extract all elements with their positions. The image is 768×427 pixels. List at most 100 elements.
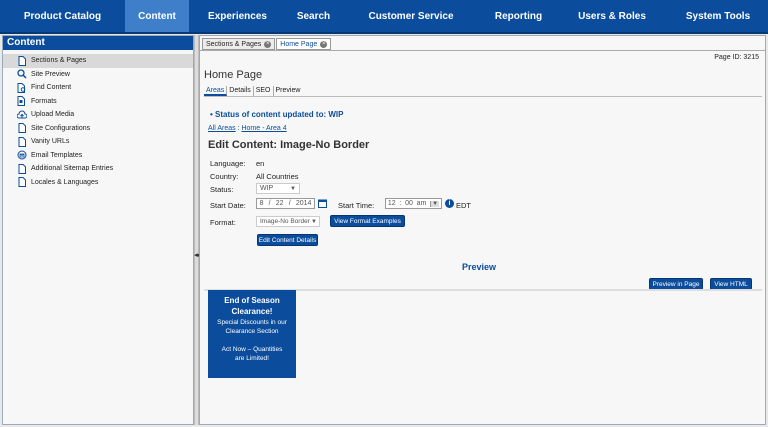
sidebar-title: Content: [3, 36, 193, 50]
sidebar-item-additional-sitemap[interactable]: Additional Sitemap Entries: [3, 162, 193, 176]
tab-label: Sections & Pages: [206, 40, 262, 48]
date-separator: /: [268, 200, 271, 207]
edit-content-title: Edit Content: Image-No Border: [208, 139, 370, 151]
sidebar-item-label: Formats: [31, 97, 57, 105]
upload-cloud-icon: [17, 110, 27, 120]
sidebar: Content Sections & Pages Site Preview Fi…: [2, 35, 194, 425]
chevron-down-icon[interactable]: ▼: [430, 200, 440, 207]
top-navigation: Product Catalog Content Experiences Sear…: [0, 0, 768, 34]
sidebar-item-label: Sections & Pages: [31, 57, 87, 65]
breadcrumb-home-area[interactable]: Home - Area 4: [241, 125, 286, 132]
start-time-minute[interactable]: 00: [405, 200, 413, 207]
chevron-down-icon: ▼: [311, 218, 317, 225]
subtab-seo[interactable]: SEO: [254, 86, 274, 96]
start-date-input[interactable]: 8 / 22 / 2014: [256, 198, 315, 209]
promo-cta-line1: Act Now – Quantities: [221, 346, 283, 353]
sidebar-item-locales-languages[interactable]: Locales & Languages: [3, 176, 193, 190]
start-time-input[interactable]: 12: 00 am ▼: [385, 198, 442, 209]
promo-heading-line1: End of Season: [224, 296, 280, 305]
page-id: Page ID: 3215: [714, 54, 759, 61]
sidebar-item-label: Find Content: [31, 84, 72, 92]
format-select-value: Image-No Border: [260, 218, 310, 225]
breadcrumb-all-areas[interactable]: All Areas: [208, 125, 236, 132]
language-label: Language:: [210, 159, 246, 168]
sidebar-item-site-configurations[interactable]: Site Configurations: [3, 122, 193, 136]
breadcrumb: All Areas : Home - Area 4: [208, 125, 287, 132]
info-icon[interactable]: i: [445, 199, 454, 208]
start-date-label: Start Date:: [210, 201, 246, 210]
chevron-down-icon: ▼: [290, 185, 296, 192]
sidebar-item-label: Upload Media: [31, 111, 75, 119]
format-icon: [17, 96, 27, 107]
sidebar-item-upload-media[interactable]: Upload Media: [3, 108, 193, 122]
start-date-day[interactable]: 22: [276, 200, 284, 207]
sidebar-item-sections-pages[interactable]: Sections & Pages: [3, 54, 193, 68]
tab-bar: Sections & Pages × Home Page ×: [202, 38, 332, 50]
promo-sub-line2: Clearance Section: [225, 328, 279, 335]
edit-content-details-button[interactable]: Edit Content Details: [257, 234, 318, 246]
nav-customer-service[interactable]: Customer Service: [341, 0, 481, 32]
subtab-preview[interactable]: Preview: [274, 86, 303, 96]
date-separator: /: [288, 200, 291, 207]
promo-banner: End of Season Clearance! Special Discoun…: [208, 290, 296, 378]
promo-sub-line1: Special Discounts in our: [217, 319, 287, 326]
promo-heading-line2: Clearance!: [231, 307, 273, 316]
nav-experiences[interactable]: Experiences: [189, 0, 286, 32]
close-icon[interactable]: ×: [264, 40, 272, 48]
magnifier-icon: [17, 69, 27, 79]
start-time-ampm[interactable]: am: [417, 200, 427, 207]
format-label: Format:: [210, 218, 236, 227]
status-label: Status:: [210, 185, 234, 194]
status-message: • Status of content updated to: WIP: [210, 110, 344, 119]
sidebar-item-email-templates[interactable]: Email Templates: [3, 149, 193, 163]
page-icon: [17, 177, 27, 188]
country-label: Country:: [210, 172, 239, 181]
page-icon: [17, 136, 27, 147]
subtab-bar: Areas Details SEO Preview: [204, 86, 302, 96]
sidebar-item-label: Site Configurations: [31, 124, 91, 132]
preview-title: Preview: [462, 262, 497, 272]
sidebar-item-label: Locales & Languages: [31, 178, 99, 186]
view-format-examples-button[interactable]: View Format Examples: [330, 215, 405, 227]
nav-system-tools[interactable]: System Tools: [668, 0, 768, 32]
nav-users-roles[interactable]: Users & Roles: [556, 0, 668, 32]
sidebar-item-site-preview[interactable]: Site Preview: [3, 68, 193, 82]
country-value: All Countries: [256, 172, 299, 181]
sidebar-item-find-content[interactable]: Find Content: [3, 81, 193, 95]
subtab-areas[interactable]: Areas: [204, 86, 228, 96]
language-value: en: [256, 159, 265, 168]
page-icon: [17, 163, 27, 174]
tab-sections-pages[interactable]: Sections & Pages ×: [202, 38, 276, 50]
format-select[interactable]: Image-No Border ▼: [256, 216, 320, 227]
status-select[interactable]: WIP ▼: [256, 183, 300, 194]
sidebar-item-vanity-urls[interactable]: Vanity URLs: [3, 135, 193, 149]
subtab-divider: [204, 96, 762, 97]
start-date-year[interactable]: 2014: [296, 200, 312, 207]
timezone-label: EDT: [456, 201, 471, 210]
calendar-icon[interactable]: [318, 199, 327, 210]
subtab-details[interactable]: Details: [227, 86, 254, 96]
sidebar-item-formats[interactable]: Formats: [3, 95, 193, 109]
nav-search[interactable]: Search: [286, 0, 341, 32]
tab-divider: [200, 50, 765, 51]
start-time-hour[interactable]: 12: [388, 200, 396, 207]
main-panel: Sections & Pages × Home Page × Page ID: …: [199, 35, 766, 425]
find-page-icon: [17, 82, 27, 93]
nav-reporting[interactable]: Reporting: [481, 0, 556, 32]
email-icon: [17, 150, 27, 160]
status-select-value: WIP: [260, 185, 274, 192]
close-icon[interactable]: ×: [320, 40, 328, 48]
start-date-month[interactable]: 8: [260, 200, 264, 207]
promo-cta-line2: are Limited!: [235, 355, 269, 362]
time-separator: :: [399, 200, 402, 207]
sidebar-item-label: Email Templates: [31, 151, 83, 159]
sidebar-item-label: Additional Sitemap Entries: [31, 165, 114, 173]
nav-product-catalog[interactable]: Product Catalog: [0, 0, 125, 32]
page-icon: [17, 55, 27, 66]
nav-content[interactable]: Content: [125, 0, 189, 32]
tab-home-page[interactable]: Home Page ×: [276, 38, 332, 50]
page-icon: [17, 123, 27, 134]
start-time-label: Start Time:: [338, 201, 375, 210]
sidebar-item-label: Vanity URLs: [31, 138, 70, 146]
tab-label: Home Page: [280, 40, 318, 48]
